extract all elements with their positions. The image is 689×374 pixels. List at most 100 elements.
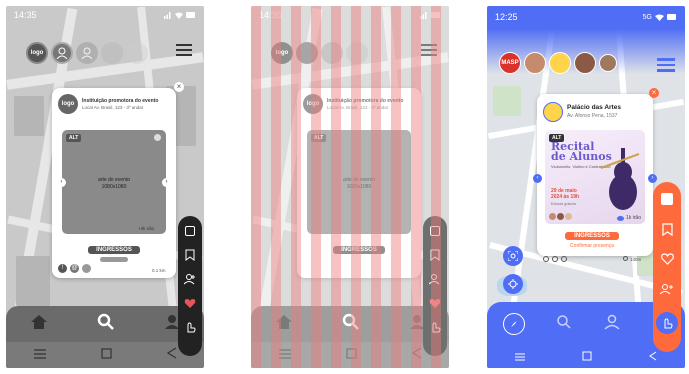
avatar-logo[interactable]: logo <box>26 42 48 64</box>
distance: 0.1 km <box>152 268 166 273</box>
system-nav <box>487 346 685 368</box>
menu-icon[interactable] <box>515 348 526 366</box>
home-icon[interactable] <box>30 314 48 335</box>
menu-button[interactable] <box>657 58 675 75</box>
art-placeholder-size: 1080x1080 <box>101 183 127 190</box>
settings-icon[interactable] <box>561 256 567 262</box>
card-actions: ! @ <box>58 264 91 273</box>
tickets-button[interactable]: INGRESSOS <box>565 232 619 240</box>
avatar-masp[interactable]: MASP <box>499 52 521 74</box>
tap-icon[interactable] <box>426 318 444 336</box>
wifi-icon <box>175 12 183 19</box>
dice-icon[interactable] <box>426 222 444 240</box>
menu-icon[interactable] <box>278 346 291 364</box>
avatar[interactable] <box>599 54 617 72</box>
avatar[interactable] <box>574 52 596 74</box>
compass-icon[interactable] <box>502 313 525 335</box>
institution-address: Local Av. Brasil, 123 - 3º andar <box>82 105 144 110</box>
close-icon[interactable]: × <box>649 88 659 98</box>
menu-button[interactable] <box>421 44 437 59</box>
prev-arrow-icon[interactable]: ‹ <box>533 174 542 183</box>
square-icon[interactable] <box>100 346 112 364</box>
alt-badge[interactable]: ALT <box>311 134 327 142</box>
heart-icon[interactable] <box>658 250 676 268</box>
avatar[interactable] <box>296 42 318 64</box>
avatar[interactable] <box>346 42 368 64</box>
back-icon[interactable] <box>411 346 422 364</box>
alt-badge[interactable]: ALT <box>66 134 82 142</box>
dice-icon[interactable] <box>181 222 199 240</box>
confirm-attendance-link[interactable]: Confirmar presença <box>555 243 629 249</box>
next-arrow-icon[interactable]: › <box>648 174 657 183</box>
institution-logo: logo <box>58 94 78 114</box>
next-arrow-icon[interactable]: › <box>162 178 171 187</box>
at-icon[interactable]: @ <box>70 264 79 273</box>
art-placeholder-title: arte do evento <box>343 176 375 183</box>
event-art[interactable]: Recital de Alunos Violoncello, Violino e… <box>545 130 645 224</box>
search-icon[interactable] <box>97 313 115 336</box>
avatar[interactable] <box>126 42 148 64</box>
back-icon[interactable] <box>166 346 177 364</box>
user-icon[interactable] <box>604 314 620 335</box>
status-time: 14:35 <box>14 10 37 20</box>
violin-icon <box>601 148 640 210</box>
close-icon[interactable]: × <box>174 82 184 92</box>
square-icon[interactable] <box>582 348 592 366</box>
bookmark-icon[interactable] <box>658 220 676 238</box>
share-icon[interactable] <box>552 256 558 262</box>
system-nav <box>251 342 449 368</box>
search-icon[interactable] <box>556 314 572 335</box>
tap-icon[interactable] <box>656 312 678 334</box>
search-icon[interactable] <box>342 313 360 336</box>
menu-icon[interactable] <box>33 346 46 364</box>
status-bar: 12:25 5G <box>487 6 685 28</box>
avatar[interactable] <box>321 42 343 64</box>
heart-icon[interactable] <box>426 294 444 312</box>
share-icon[interactable] <box>154 134 161 141</box>
event-art[interactable]: ALT arte do evento 1080x1080 <box>307 130 411 234</box>
battery-icon <box>431 12 440 18</box>
system-nav <box>6 342 204 368</box>
add-user-icon[interactable] <box>426 270 444 288</box>
avatar[interactable] <box>101 42 123 64</box>
side-action-bar <box>178 216 202 356</box>
avatar[interactable] <box>51 42 73 64</box>
avatar-logo[interactable] <box>549 52 571 74</box>
venue-name: Palácio das Artes <box>567 104 621 111</box>
back-icon[interactable] <box>648 348 657 366</box>
art-placeholder-title: arte do evento <box>98 176 130 183</box>
avatar[interactable] <box>524 52 546 74</box>
event-card[interactable]: logo Instituição promotora do evento Loc… <box>297 88 421 278</box>
alert-icon[interactable]: ! <box>58 264 67 273</box>
avatar[interactable] <box>76 42 98 64</box>
alt-badge[interactable]: ALT <box>549 134 565 142</box>
add-user-icon[interactable] <box>658 280 676 298</box>
event-card[interactable]: logo Instituição promotora do evento Loc… <box>52 88 176 278</box>
alert-icon[interactable] <box>543 256 549 262</box>
heart-icon[interactable] <box>181 294 199 312</box>
final-design-screen: 12:25 5G MASP × Palácio das Artes Av. Af… <box>487 6 685 368</box>
prev-arrow-icon[interactable]: ‹ <box>57 178 66 187</box>
dice-icon[interactable] <box>658 190 676 208</box>
tickets-button[interactable]: INGRESSOS <box>333 246 385 254</box>
institution-address: Local Av. Brasil, 123 - 3º andar <box>327 105 389 110</box>
tap-icon[interactable] <box>181 318 199 336</box>
share-icon[interactable] <box>82 264 91 273</box>
status-time: 14:35 <box>259 10 282 20</box>
bookmark-icon[interactable] <box>181 246 199 264</box>
bookmark-icon[interactable] <box>426 246 444 264</box>
grid-overlay-screen: 14:35 logo logo Instituição promotora do… <box>251 6 449 368</box>
avatar-logo[interactable]: logo <box>271 42 293 64</box>
add-user-icon[interactable] <box>181 270 199 288</box>
confirm-placeholder[interactable] <box>100 257 128 262</box>
locate-button[interactable] <box>503 274 523 294</box>
home-icon[interactable] <box>275 314 293 335</box>
square-icon[interactable] <box>345 346 357 364</box>
event-art[interactable]: ALT arte do evento 1080x1080 <box>62 130 166 234</box>
attendee-avatars <box>549 213 572 220</box>
menu-button[interactable] <box>176 44 192 59</box>
scan-button[interactable] <box>503 246 523 266</box>
tickets-button[interactable]: INGRESSOS <box>88 246 140 254</box>
map-block <box>16 256 50 306</box>
wifi-icon <box>655 14 664 21</box>
